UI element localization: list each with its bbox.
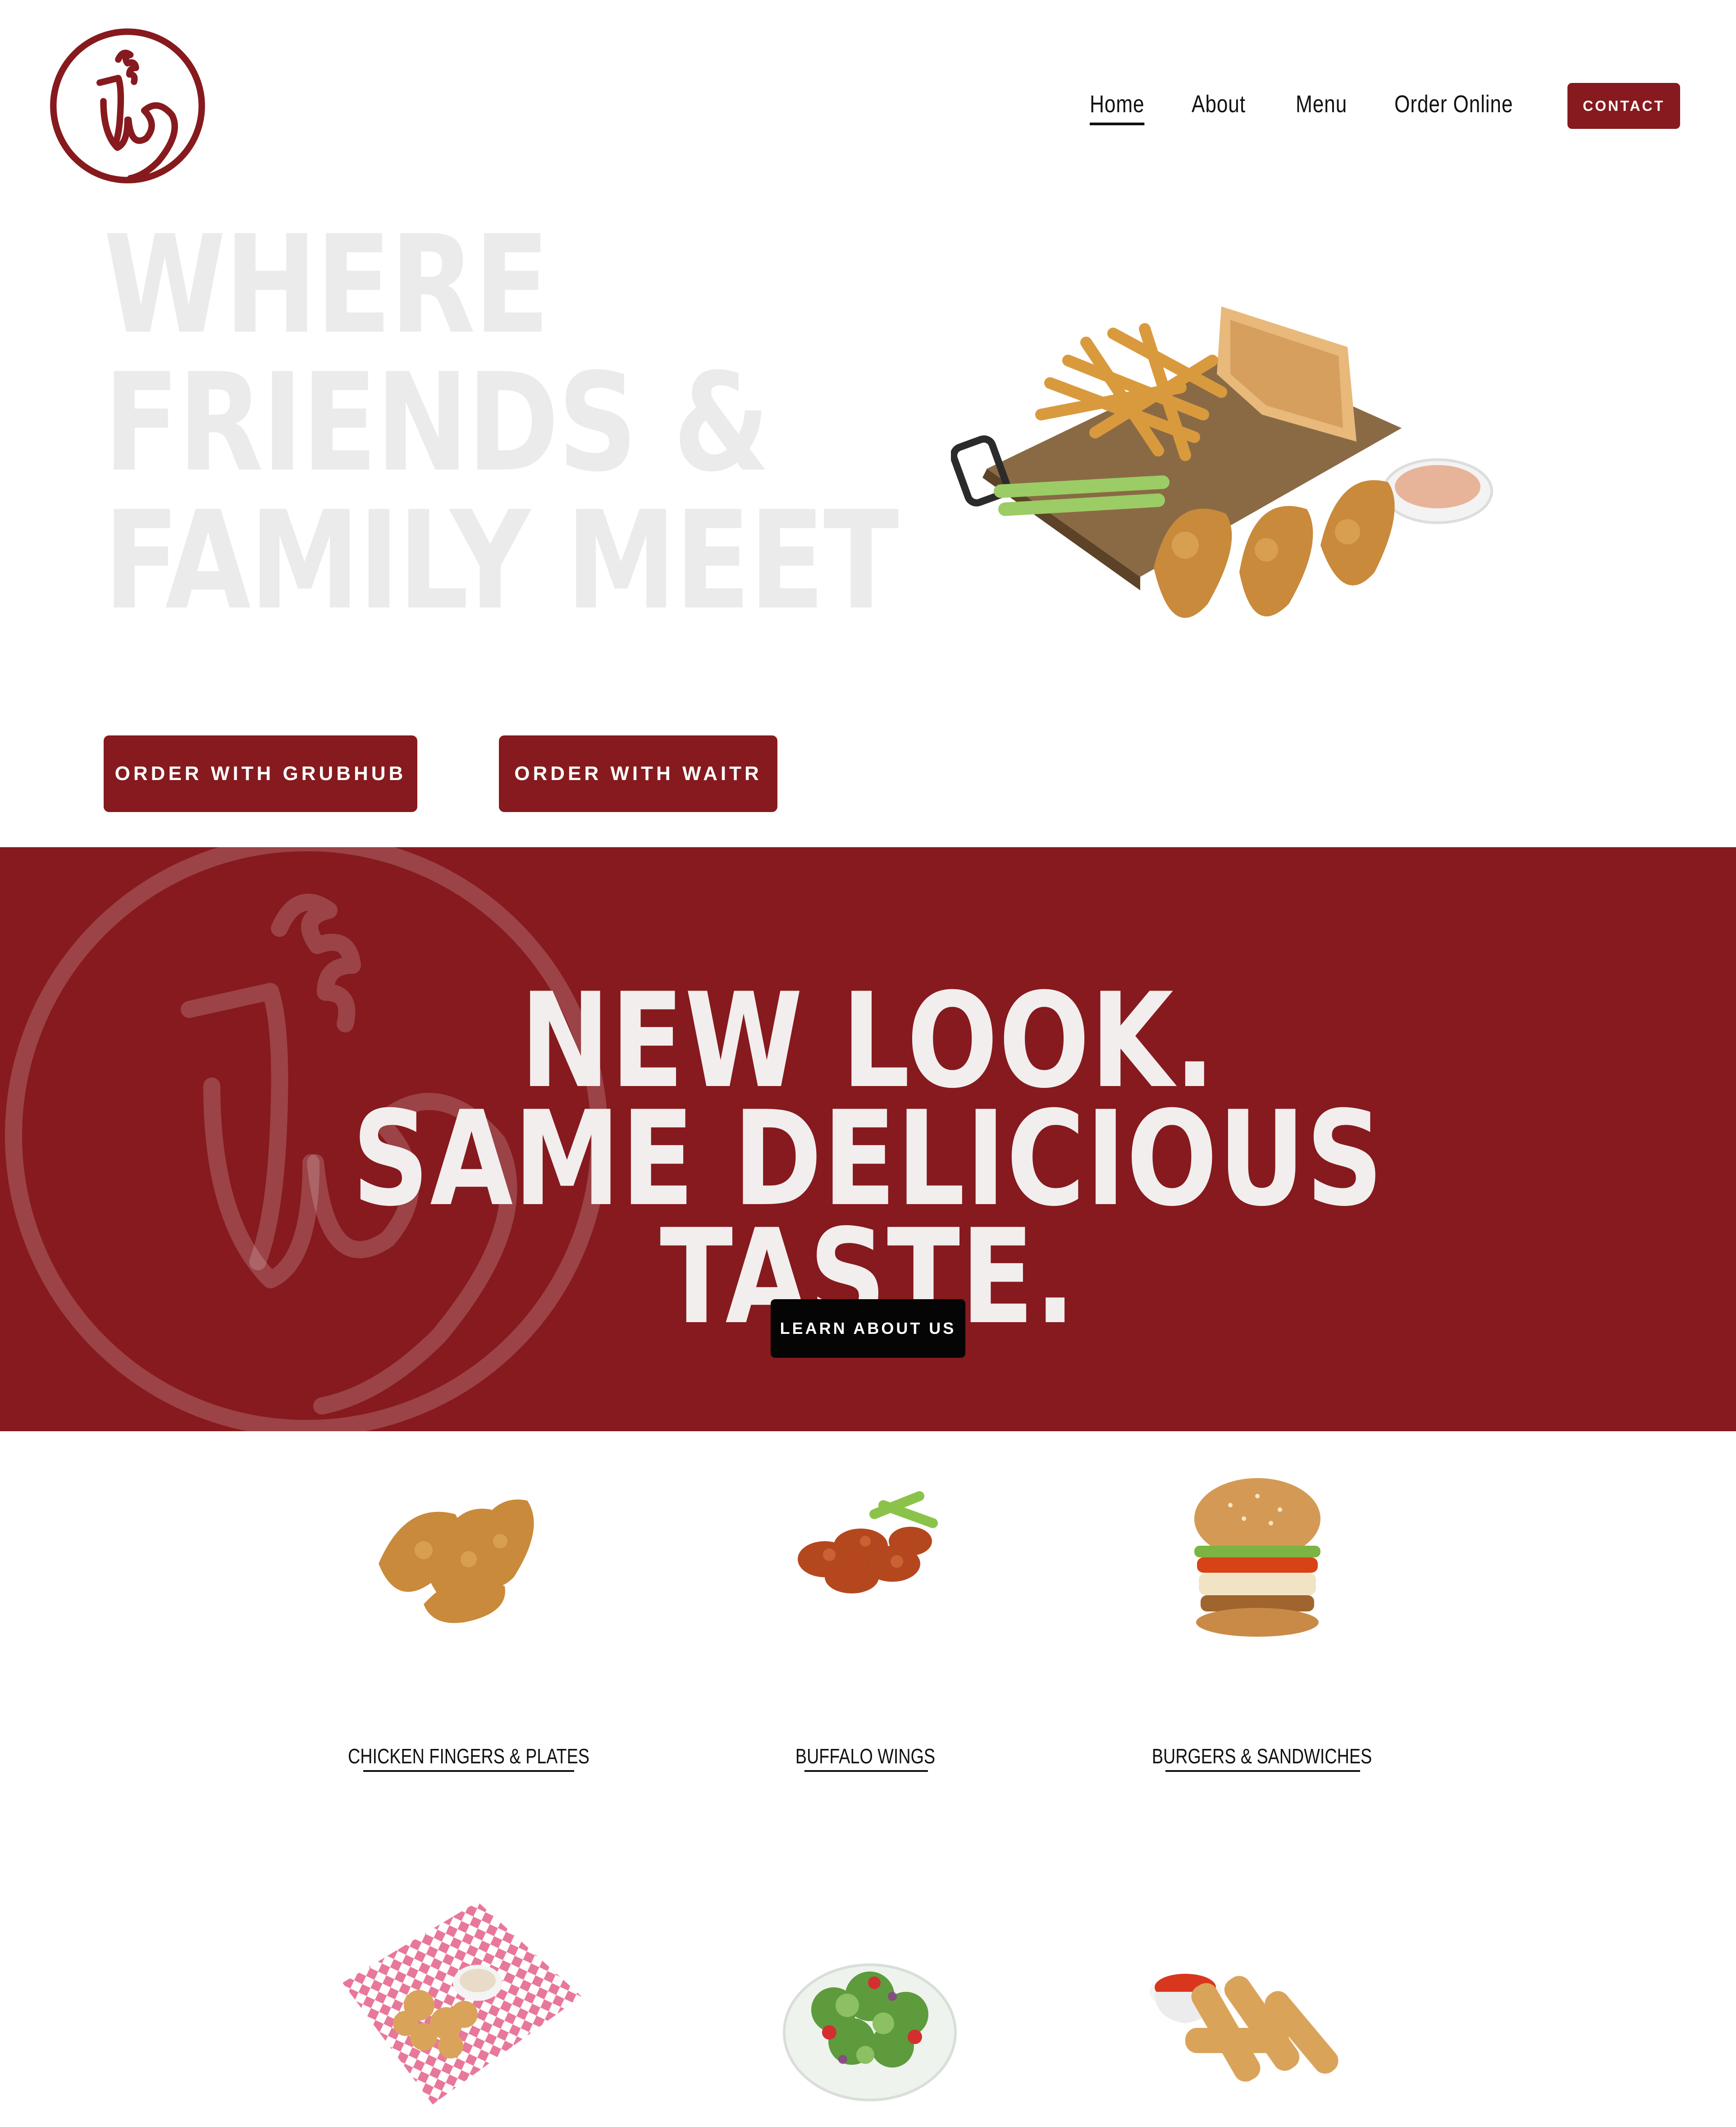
chicken-fingers-photo[interactable]: [361, 1474, 550, 1627]
main-nav: Home About Menu Order Online: [0, 90, 1736, 131]
order-grubhub-button[interactable]: ORDER WITH GRUBHUB: [104, 735, 417, 812]
mozzarella-sticks-photo[interactable]: [1145, 1951, 1352, 2095]
promo-banner: NEW LOOK. SAME DELICIOUS TASTE. LEARN AB…: [0, 847, 1736, 1431]
burger-photo[interactable]: [1185, 1474, 1329, 1645]
banner-heading: NEW LOOK. SAME DELICIOUS TASTE.: [0, 965, 1736, 1343]
menu-label-burgers[interactable]: BURGERS & SANDWICHES: [1144, 1744, 1380, 1770]
nav-order-online[interactable]: Order Online: [1394, 90, 1513, 118]
hero-headline-line-2: FRIENDS &: [104, 344, 770, 502]
contact-button[interactable]: CONTACT: [1567, 83, 1680, 129]
menu-label-buffalo-wings[interactable]: BUFFALO WINGS: [762, 1744, 969, 1770]
hero-headline: WHERE FRIENDS & FAMILY MEET: [104, 206, 899, 639]
nav-home[interactable]: Home: [1090, 90, 1145, 125]
salad-photo[interactable]: [780, 1942, 960, 2104]
nav-about[interactable]: About: [1192, 90, 1246, 118]
chicken-fingers-plate-photo: [951, 306, 1493, 618]
menu-label-chicken-fingers[interactable]: CHICKEN FINGERS & PLATES: [343, 1744, 594, 1770]
menu-label-underline: [804, 1770, 928, 1772]
banner-heading-line-1: NEW LOOK.: [520, 965, 1216, 1117]
menu-label-underline: [1165, 1770, 1360, 1772]
fried-bites-basket-photo[interactable]: [315, 1893, 586, 2127]
hero-headline-line-1: WHERE: [104, 206, 550, 364]
menu-label-underline: [363, 1770, 574, 1772]
nav-menu[interactable]: Menu: [1296, 90, 1347, 118]
hero-headline-line-3: FAMILY MEET: [104, 482, 899, 639]
order-waitr-button[interactable]: ORDER WITH WAITR: [499, 735, 777, 812]
learn-about-us-button[interactable]: LEARN ABOUT US: [771, 1299, 965, 1358]
buffalo-wings-photo[interactable]: [784, 1487, 964, 1622]
